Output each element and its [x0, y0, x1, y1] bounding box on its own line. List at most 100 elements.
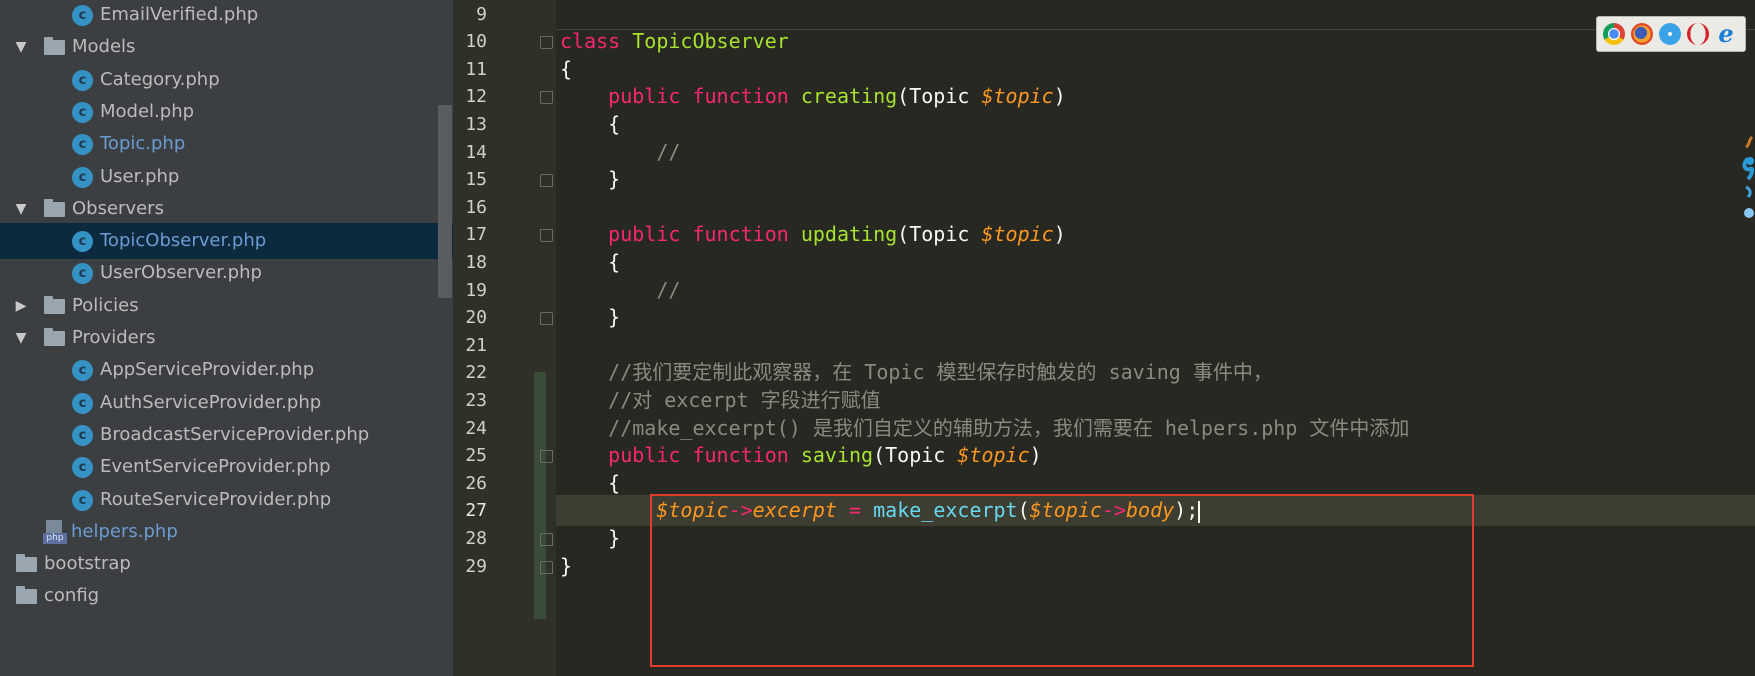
code-line[interactable]: {: [560, 468, 620, 499]
fold-end-icon[interactable]: [540, 532, 553, 546]
code-token: public: [608, 84, 681, 109]
tree-file[interactable]: c Topic.php: [0, 126, 453, 162]
code-line[interactable]: }: [560, 302, 620, 333]
line-number[interactable]: 11: [453, 54, 487, 85]
tree-file[interactable]: c UserObserver.php: [0, 255, 453, 291]
tree-item-label: EventServiceProvider.php: [100, 456, 331, 478]
line-number[interactable]: 13: [453, 109, 487, 140]
line-number[interactable]: 27: [453, 495, 487, 526]
tree-folder-config[interactable]: config: [0, 578, 453, 614]
code-line[interactable]: public function updating(Topic $topic): [560, 219, 1066, 250]
tree-folder-bootstrap[interactable]: bootstrap: [0, 546, 453, 582]
line-number[interactable]: 15: [453, 164, 487, 195]
fold-end-icon[interactable]: [540, 174, 553, 188]
ie-icon[interactable]: e: [1715, 22, 1737, 46]
code-line[interactable]: {: [560, 109, 620, 140]
safari-icon[interactable]: [1659, 23, 1681, 45]
tree-file[interactable]: c EmailVerified.php: [0, 0, 453, 33]
folder-icon: [16, 586, 37, 605]
line-number[interactable]: 9: [453, 0, 487, 30]
annotation-highlight-box: [650, 494, 1474, 667]
chrome-icon[interactable]: [1603, 23, 1625, 45]
tree-file[interactable]: c Model.php: [0, 94, 453, 130]
code-line[interactable]: public function saving(Topic $topic): [560, 440, 1042, 471]
vcs-change-marker[interactable]: [534, 372, 546, 619]
code-line[interactable]: //: [560, 275, 680, 306]
code-line[interactable]: //我们要定制此观察器，在 Topic 模型保存时触发的 saving 事件中，: [560, 357, 1273, 388]
php-class-icon: c: [72, 166, 93, 188]
line-number[interactable]: 26: [453, 468, 487, 499]
line-number[interactable]: 22: [453, 357, 487, 388]
tree-item-label: EmailVerified.php: [100, 4, 259, 25]
tree-folder-observers[interactable]: ▼ Observers: [0, 191, 453, 227]
tree-item-label: helpers.php: [71, 520, 178, 542]
line-number[interactable]: 23: [453, 385, 487, 416]
tree-item-label: config: [44, 585, 100, 607]
code-line[interactable]: {: [560, 247, 620, 278]
collapse-arrow-icon[interactable]: ▼: [11, 29, 31, 65]
tree-file[interactable]: c AppServiceProvider.php: [0, 352, 453, 388]
tree-file[interactable]: c User.php: [0, 159, 453, 195]
code-token: }: [560, 525, 621, 550]
collapse-arrow-icon[interactable]: ▼: [11, 191, 31, 227]
line-number[interactable]: 29: [453, 551, 487, 582]
fold-collapse-icon[interactable]: [540, 36, 553, 50]
code-token: function: [692, 84, 789, 109]
tree-item-label: Models: [72, 36, 136, 58]
tree-file[interactable]: c Category.php: [0, 62, 453, 98]
line-number[interactable]: 19: [453, 275, 487, 306]
fold-collapse-icon[interactable]: [540, 450, 553, 464]
code-token: $topic: [981, 84, 1054, 109]
tree-folder-policies[interactable]: ▶ Policies: [0, 288, 453, 324]
fold-collapse-icon[interactable]: [540, 229, 553, 243]
tree-item-label: UserObserver.php: [100, 262, 262, 284]
code-line[interactable]: }: [560, 523, 620, 554]
php-file-icon: php: [43, 519, 67, 546]
sidebar-scrollbar-thumb[interactable]: [438, 105, 452, 298]
code-token: //: [656, 139, 681, 164]
code-token: (Topic: [873, 443, 958, 468]
line-number[interactable]: 20: [453, 302, 487, 333]
opera-icon[interactable]: [1687, 23, 1709, 45]
line-number[interactable]: 21: [453, 330, 487, 361]
collapse-arrow-icon[interactable]: ▼: [11, 320, 31, 356]
code-token: public: [608, 222, 681, 247]
fold-collapse-icon[interactable]: [540, 91, 553, 105]
code-line[interactable]: //make_excerpt() 是我们自定义的辅助方法，我们需要在 helpe…: [560, 413, 1409, 444]
code-line[interactable]: {: [560, 54, 572, 85]
fold-end-icon[interactable]: [540, 560, 553, 574]
tree-file[interactable]: c EventServiceProvider.php: [0, 449, 453, 485]
code-line[interactable]: }: [560, 551, 572, 582]
code-line[interactable]: }: [560, 164, 620, 195]
fold-end-icon[interactable]: [540, 312, 553, 326]
expand-arrow-icon[interactable]: ▶: [11, 288, 31, 324]
line-number[interactable]: 18: [453, 247, 487, 278]
tree-folder-models[interactable]: ▼ Models: [0, 29, 453, 65]
line-number[interactable]: 28: [453, 523, 487, 554]
tree-folder-providers[interactable]: ▼ Providers: [0, 320, 453, 356]
tree-file[interactable]: c TopicObserver.php: [0, 223, 453, 260]
code-line[interactable]: class TopicObserver: [560, 26, 789, 57]
tree-file[interactable]: c RouteServiceProvider.php: [0, 482, 453, 518]
php-class-icon: c: [72, 134, 93, 156]
line-number[interactable]: 25: [453, 440, 487, 471]
firefox-icon[interactable]: [1631, 23, 1653, 45]
line-number[interactable]: 12: [453, 81, 487, 112]
tree-file[interactable]: c BroadcastServiceProvider.php: [0, 417, 453, 453]
line-number[interactable]: 24: [453, 413, 487, 444]
line-number[interactable]: 10: [453, 26, 487, 57]
php-class-icon: c: [72, 392, 93, 414]
editor-gutter: 9 10 11 12 13 14 15 16 17 18 19 20 21 22 23 24 25 26 27 28 2…: [453, 0, 579, 676]
tree-file[interactable]: php helpers.php: [0, 514, 453, 550]
code-line[interactable]: //对 excerpt 字段进行赋值: [560, 385, 880, 416]
line-number[interactable]: 17: [453, 219, 487, 250]
tree-file[interactable]: c AuthServiceProvider.php: [0, 385, 453, 421]
code-token: function: [692, 443, 789, 468]
tree-item-label: BroadcastServiceProvider.php: [100, 423, 370, 445]
line-number[interactable]: 16: [453, 192, 487, 223]
line-number[interactable]: 14: [453, 137, 487, 168]
code-line[interactable]: public function creating(Topic $topic): [560, 81, 1066, 112]
code-line[interactable]: //: [560, 137, 680, 168]
